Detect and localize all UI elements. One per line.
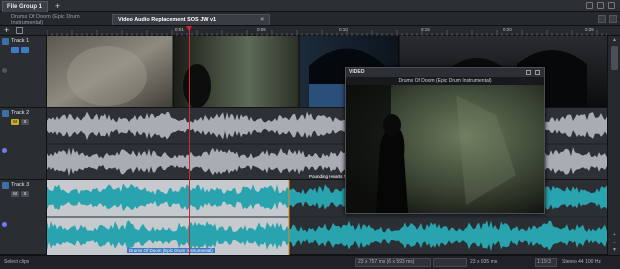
playhead[interactable] (189, 26, 190, 255)
video-close-icon[interactable] (535, 70, 540, 75)
selection-duration: 23 x 757 ms (6 x 593 ms) (358, 259, 415, 265)
ruler-label: 0:20 (503, 27, 512, 32)
sample-rate: Stereo 44 100 Hz (562, 259, 601, 265)
group-bar: File Group 1 + (0, 0, 620, 12)
zoom-duration: 23 x 935 ms (470, 259, 498, 265)
file-group-tab[interactable]: File Group 1 (2, 1, 48, 12)
maximize-icon[interactable] (597, 2, 604, 9)
vertical-scrollbar[interactable]: ▲ + − ▼ (607, 36, 620, 255)
automation-icon[interactable] (2, 148, 7, 153)
ruler-label: 0:05 (257, 27, 266, 32)
ruler-label: 0:01 (175, 27, 184, 32)
video-window-title[interactable]: VIDEO (346, 68, 544, 77)
ruler-label: 0:25 (585, 27, 594, 32)
close-window-icon[interactable] (608, 2, 615, 9)
tab-video-audio-replacement[interactable]: Video Audio Replacement SOS JW v1 × (112, 14, 270, 25)
video-enable-button[interactable] (11, 47, 19, 53)
track-name[interactable]: Track 2 (11, 110, 29, 116)
minimize-icon[interactable] (586, 2, 593, 9)
track-color-chip (2, 110, 9, 117)
tab-layout-icon[interactable] (609, 15, 617, 23)
ruler-label: 0:15 (421, 27, 430, 32)
clip-label-drums-of-doom[interactable]: Drums Of Doom (Epic Drum Instrumental) (127, 248, 215, 253)
scrollbar-thumb[interactable] (611, 46, 618, 70)
zoom-out-icon[interactable]: − (611, 240, 618, 246)
automation-icon[interactable] (2, 222, 7, 227)
cursor-tool-icon[interactable] (16, 27, 23, 34)
timeline-ruler[interactable]: 0:010:050:100:150:200:250:30 (47, 26, 607, 36)
tab-drums-of-doom[interactable]: Drums Of Doom (Epic Drum Instrumental) (6, 13, 110, 26)
track-headers: Track 1 Track 2 M S Track 3 M S (0, 36, 47, 255)
video-settings-icon[interactable] (526, 70, 531, 75)
track-header-3[interactable]: Track 3 M S (0, 180, 47, 255)
track-header-2[interactable]: Track 2 M S (0, 108, 47, 180)
zoom-level-box[interactable] (433, 258, 467, 267)
video-clip-name: Drums Of Doom (Epic Drum Instrumental) (346, 77, 544, 85)
track-color-chip (2, 182, 9, 189)
solo-button[interactable]: S (21, 191, 29, 197)
mute-button[interactable]: M (11, 191, 19, 197)
track-name[interactable]: Track 1 (11, 38, 29, 44)
mute-button[interactable]: M (11, 119, 19, 125)
add-track-button[interactable]: + (4, 25, 9, 35)
add-group-button[interactable]: + (55, 1, 60, 11)
timeline-ruler-bar: + 0:010:050:100:150:200:250:30 (0, 25, 620, 36)
scroll-up-icon[interactable]: ▲ (611, 37, 618, 43)
track-name[interactable]: Track 3 (11, 182, 29, 188)
solo-button[interactable]: S (21, 119, 29, 125)
video-preview-window[interactable]: VIDEO Drums Of Doom (Epic Drum Instrumen… (345, 67, 545, 214)
video-view-button[interactable] (21, 47, 29, 53)
status-message: Select clips (4, 259, 30, 265)
track-header-1[interactable]: Track 1 (0, 36, 47, 108)
status-bar: Select clips 23 x 757 ms (6 x 593 ms) 23… (0, 255, 620, 269)
video-frame-preview (346, 85, 544, 213)
tab-label: Video Audio Replacement SOS JW v1 (118, 17, 217, 23)
close-icon[interactable]: × (260, 17, 264, 23)
track-option-icon[interactable] (2, 68, 7, 73)
track-color-chip (2, 38, 9, 45)
tab-label: Drums Of Doom (Epic Drum Instrumental) (11, 13, 80, 26)
file-tab-bar: Drums Of Doom (Epic Drum Instrumental) V… (0, 12, 620, 26)
time-readout: 1:19:3 (537, 259, 551, 265)
tab-menu-icon[interactable] (598, 15, 606, 23)
ruler-label: 0:10 (339, 27, 348, 32)
zoom-in-icon[interactable]: + (611, 232, 618, 238)
scroll-down-icon[interactable]: ▼ (611, 247, 618, 253)
